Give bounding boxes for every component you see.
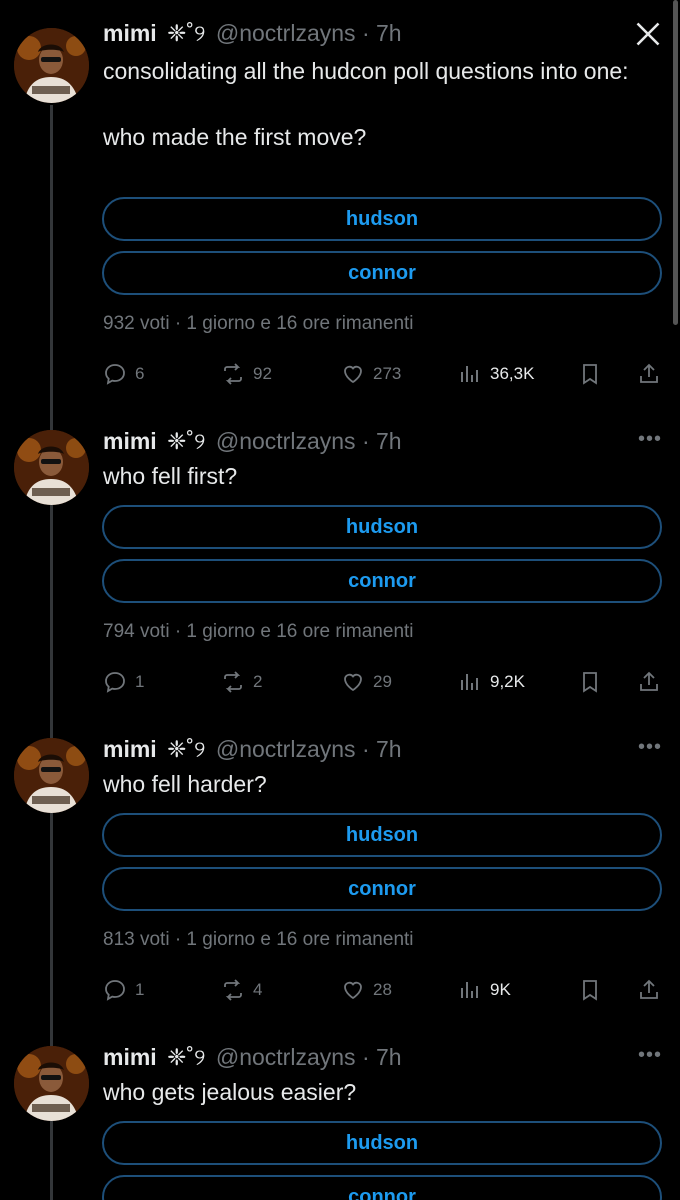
tweet-text: consolidating all the hudcon poll questi…	[103, 58, 629, 150]
tweet-header: mimi ❈˚୨ @noctrlzayns · 7h	[103, 428, 402, 455]
reply-count: 1	[135, 672, 145, 691]
bookmark-button[interactable]	[578, 978, 610, 1002]
share-button[interactable]	[637, 670, 669, 694]
heart-icon	[341, 978, 365, 1002]
timestamp[interactable]: · 7h	[362, 20, 402, 46]
display-name[interactable]: mimi	[103, 736, 157, 762]
poll-option-connor[interactable]: connor	[102, 867, 662, 911]
avatar[interactable]	[14, 1046, 89, 1121]
views-icon	[458, 978, 482, 1002]
more-options-button[interactable]: •••	[638, 736, 662, 759]
x-logo-icon[interactable]	[634, 20, 662, 48]
views-button[interactable]: 9,2K	[458, 670, 525, 694]
name-emoji: ❈˚୨	[167, 428, 206, 454]
poll-option-connor[interactable]: connor	[102, 251, 662, 295]
bookmark-icon	[578, 978, 602, 1002]
bookmark-button[interactable]	[578, 670, 610, 694]
tweet-header: mimi ❈˚୨ @noctrlzayns · 7h	[103, 1044, 402, 1071]
action-bar: 1 2 29 9,2K	[103, 670, 663, 700]
poll-option-connor[interactable]: connor	[102, 1175, 662, 1200]
reply-count: 1	[135, 980, 145, 999]
reply-button[interactable]: 1	[103, 670, 144, 694]
reply-count: 6	[135, 364, 145, 383]
name-emoji: ❈˚୨	[167, 20, 206, 46]
views-count: 36,3K	[490, 364, 535, 383]
repost-count: 92	[253, 364, 272, 383]
poll-meta: 794 voti · 1 giorno e 16 ore rimanenti	[103, 621, 414, 642]
handle[interactable]: @noctrlzayns	[216, 428, 356, 454]
repost-icon	[221, 362, 245, 386]
poll-meta: 932 voti · 1 giorno e 16 ore rimanenti	[103, 313, 414, 334]
repost-button[interactable]: 4	[221, 978, 262, 1002]
name-emoji: ❈˚୨	[167, 1044, 206, 1070]
display-name[interactable]: mimi	[103, 428, 157, 454]
timestamp[interactable]: · 7h	[362, 1044, 402, 1070]
poll-option-hudson[interactable]: hudson	[102, 505, 662, 549]
repost-count: 2	[253, 672, 263, 691]
avatar[interactable]	[14, 738, 89, 813]
poll-option-hudson[interactable]: hudson	[102, 1121, 662, 1165]
tweet[interactable]: mimi ❈˚୨ @noctrlzayns · 7h ••• who gets …	[0, 1024, 680, 1200]
heart-icon	[341, 670, 365, 694]
like-button[interactable]: 28	[341, 978, 392, 1002]
repost-icon	[221, 978, 245, 1002]
share-icon	[637, 362, 661, 386]
timestamp[interactable]: · 7h	[362, 736, 402, 762]
display-name[interactable]: mimi	[103, 1044, 157, 1070]
views-icon	[458, 362, 482, 386]
repost-count: 4	[253, 980, 263, 999]
poll-meta: 813 voti · 1 giorno e 16 ore rimanenti	[103, 929, 414, 950]
tweet[interactable]: mimi ❈˚୨ @noctrlzayns · 7h consolidating…	[0, 0, 680, 410]
repost-icon	[221, 670, 245, 694]
views-count: 9K	[490, 980, 511, 999]
views-button[interactable]: 36,3K	[458, 362, 534, 386]
like-count: 28	[373, 980, 392, 999]
avatar[interactable]	[14, 28, 89, 103]
like-count: 273	[373, 364, 402, 383]
more-options-button[interactable]: •••	[638, 1044, 662, 1067]
like-button[interactable]: 29	[341, 670, 392, 694]
reply-icon	[103, 978, 127, 1002]
views-button[interactable]: 9K	[458, 978, 511, 1002]
name-emoji: ❈˚୨	[167, 736, 206, 762]
bookmark-button[interactable]	[578, 362, 610, 386]
tweet-text: who fell first?	[103, 463, 238, 489]
display-name[interactable]: mimi	[103, 20, 157, 46]
poll-option-connor[interactable]: connor	[102, 559, 662, 603]
tweet-text: who fell harder?	[103, 771, 267, 797]
handle[interactable]: @noctrlzayns	[216, 1044, 356, 1070]
handle[interactable]: @noctrlzayns	[216, 736, 356, 762]
heart-icon	[341, 362, 365, 386]
tweet-header: mimi ❈˚୨ @noctrlzayns · 7h	[103, 20, 402, 47]
more-options-button[interactable]: •••	[638, 428, 662, 451]
tweet-text: who gets jealous easier?	[103, 1079, 357, 1105]
poll-option-hudson[interactable]: hudson	[102, 197, 662, 241]
tweet[interactable]: mimi ❈˚୨ @noctrlzayns · 7h ••• who fell …	[0, 408, 680, 716]
reply-button[interactable]: 1	[103, 978, 144, 1002]
repost-button[interactable]: 2	[221, 670, 262, 694]
avatar[interactable]	[14, 430, 89, 505]
tweet-header: mimi ❈˚୨ @noctrlzayns · 7h	[103, 736, 402, 763]
like-button[interactable]: 273	[341, 362, 401, 386]
tweet[interactable]: mimi ❈˚୨ @noctrlzayns · 7h ••• who fell …	[0, 716, 680, 1024]
like-count: 29	[373, 672, 392, 691]
handle[interactable]: @noctrlzayns	[216, 20, 356, 46]
bookmark-icon	[578, 670, 602, 694]
views-count: 9,2K	[490, 672, 525, 691]
share-button[interactable]	[637, 978, 669, 1002]
reply-icon	[103, 670, 127, 694]
share-icon	[637, 670, 661, 694]
poll-option-hudson[interactable]: hudson	[102, 813, 662, 857]
action-bar: 6 92 273 36,3K	[103, 362, 663, 392]
timestamp[interactable]: · 7h	[362, 428, 402, 454]
repost-button[interactable]: 92	[221, 362, 272, 386]
bookmark-icon	[578, 362, 602, 386]
action-bar: 1 4 28 9K	[103, 978, 663, 1008]
views-icon	[458, 670, 482, 694]
share-button[interactable]	[637, 362, 669, 386]
reply-icon	[103, 362, 127, 386]
reply-button[interactable]: 6	[103, 362, 144, 386]
share-icon	[637, 978, 661, 1002]
